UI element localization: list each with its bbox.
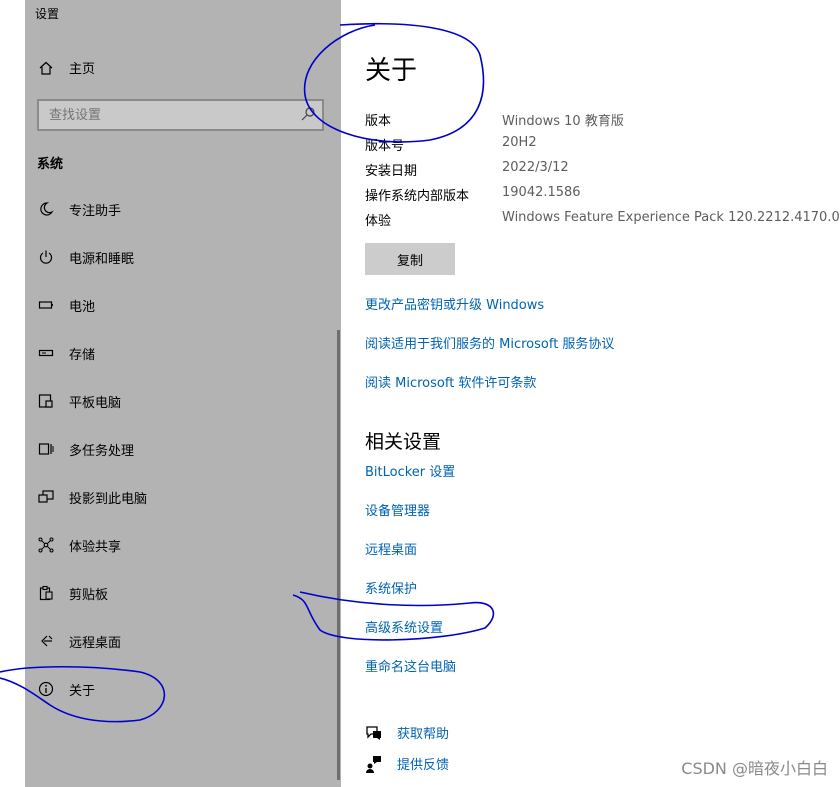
services-agreement-link[interactable]: 阅读适用于我们服务的 Microsoft 服务协议 bbox=[365, 333, 614, 352]
watermark: CSDN @暗夜小白白 bbox=[681, 759, 828, 778]
sidebar-scrollbar[interactable] bbox=[337, 330, 340, 780]
spec-value-install-date: 2022/3/12 bbox=[502, 160, 569, 175]
sidebar-item-label: 关于 bbox=[69, 683, 96, 699]
remote-icon bbox=[37, 632, 55, 650]
spec-key-version: 版本号 bbox=[365, 139, 405, 154]
tablet-icon bbox=[37, 392, 55, 410]
multitask-icon bbox=[37, 440, 55, 458]
license-terms-link[interactable]: 阅读 Microsoft 软件许可条款 bbox=[365, 372, 536, 391]
left-margin bbox=[0, 0, 25, 787]
sidebar-item-label: 远程桌面 bbox=[69, 635, 122, 651]
clipboard-icon bbox=[37, 584, 55, 602]
share-icon bbox=[37, 536, 55, 554]
search-icon[interactable] bbox=[300, 106, 316, 126]
sidebar: 设置 主页 系统 专注助手 电源和睡眠 电池 存储 bbox=[25, 0, 341, 787]
advanced-system-settings-link[interactable]: 高级系统设置 bbox=[365, 617, 443, 636]
related-settings-heading: 相关设置 bbox=[365, 431, 442, 453]
window-title: 设置 bbox=[35, 7, 60, 21]
info-icon bbox=[37, 680, 55, 698]
sidebar-item-focus-assist[interactable]: 专注助手 bbox=[37, 197, 121, 221]
get-help-row[interactable]: 获取帮助 bbox=[365, 723, 449, 742]
sidebar-item-clipboard[interactable]: 剪贴板 bbox=[37, 581, 108, 605]
bitlocker-settings-link[interactable]: BitLocker 设置 bbox=[365, 461, 455, 480]
search-box[interactable] bbox=[37, 99, 324, 131]
sidebar-item-shared-experiences[interactable]: 体验共享 bbox=[37, 533, 121, 557]
sidebar-item-project-to-pc[interactable]: 投影到此电脑 bbox=[37, 485, 147, 509]
spec-key-install-date: 安装日期 bbox=[365, 164, 418, 179]
main-content: 关于 版本 Windows 10 教育版 版本号 20H2 安装日期 2022/… bbox=[341, 0, 840, 787]
spec-value-os-build: 19042.1586 bbox=[502, 185, 581, 200]
sidebar-item-power-sleep[interactable]: 电源和睡眠 bbox=[37, 245, 134, 269]
device-manager-link[interactable]: 设备管理器 bbox=[365, 500, 430, 519]
sidebar-item-storage[interactable]: 存储 bbox=[37, 341, 95, 365]
sidebar-item-label: 存储 bbox=[69, 347, 96, 363]
sidebar-item-label: 剪贴板 bbox=[69, 587, 109, 603]
section-label-system: 系统 bbox=[37, 157, 64, 172]
sidebar-item-label: 多任务处理 bbox=[69, 443, 135, 459]
battery-icon bbox=[37, 296, 55, 314]
page-title: 关于 bbox=[365, 56, 418, 86]
feedback-link[interactable]: 提供反馈 bbox=[397, 754, 449, 773]
sidebar-item-label: 投影到此电脑 bbox=[69, 491, 148, 507]
home-label: 主页 bbox=[69, 62, 96, 77]
nav-home[interactable]: 主页 bbox=[37, 58, 95, 77]
sidebar-item-label: 电源和睡眠 bbox=[69, 251, 135, 267]
sidebar-item-label: 电池 bbox=[69, 299, 96, 315]
system-protection-link[interactable]: 系统保护 bbox=[365, 578, 417, 597]
spec-value-experience: Windows Feature Experience Pack 120.2212… bbox=[502, 210, 840, 225]
rename-pc-link[interactable]: 重命名这台电脑 bbox=[365, 656, 456, 675]
storage-icon bbox=[37, 344, 55, 362]
remote-desktop-link[interactable]: 远程桌面 bbox=[365, 539, 417, 558]
sidebar-item-tablet[interactable]: 平板电脑 bbox=[37, 389, 121, 413]
moon-icon bbox=[37, 200, 55, 218]
spec-key-edition: 版本 bbox=[365, 114, 392, 129]
sidebar-item-label: 专注助手 bbox=[69, 203, 122, 219]
power-icon bbox=[37, 248, 55, 266]
sidebar-item-label: 体验共享 bbox=[69, 539, 122, 555]
home-icon bbox=[37, 59, 55, 77]
sidebar-item-multitasking[interactable]: 多任务处理 bbox=[37, 437, 134, 461]
sidebar-item-label: 平板电脑 bbox=[69, 395, 122, 411]
spec-value-edition: Windows 10 教育版 bbox=[502, 114, 624, 129]
copy-button[interactable]: 复制 bbox=[365, 243, 455, 275]
spec-key-os-build: 操作系统内部版本 bbox=[365, 189, 470, 204]
sidebar-item-remote-desktop[interactable]: 远程桌面 bbox=[37, 629, 121, 653]
spec-value-version: 20H2 bbox=[502, 135, 537, 150]
sidebar-item-about[interactable]: 关于 bbox=[37, 677, 95, 701]
project-icon bbox=[37, 488, 55, 506]
spec-key-experience: 体验 bbox=[365, 214, 392, 229]
search-input[interactable] bbox=[39, 101, 289, 129]
sidebar-item-battery[interactable]: 电池 bbox=[37, 293, 95, 317]
help-icon bbox=[365, 724, 383, 742]
get-help-link[interactable]: 获取帮助 bbox=[397, 723, 449, 742]
feedback-row[interactable]: 提供反馈 bbox=[365, 754, 449, 773]
change-product-key-link[interactable]: 更改产品密钥或升级 Windows bbox=[365, 294, 544, 313]
feedback-icon bbox=[365, 755, 383, 773]
